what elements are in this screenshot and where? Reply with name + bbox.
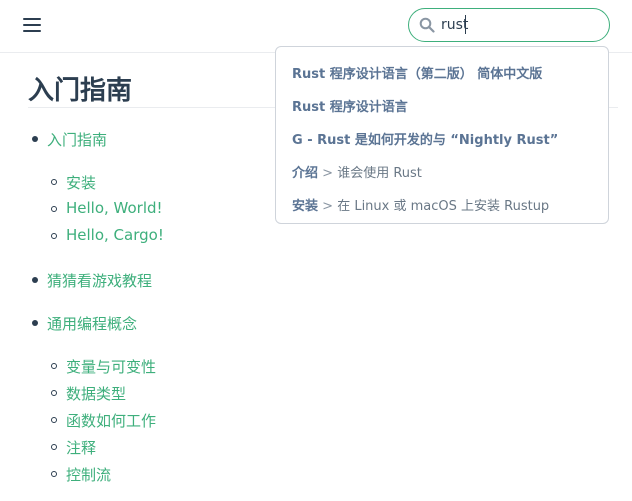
suggestion-separator: > [318,166,338,181]
bullet-circle [51,444,57,450]
bullet-disc [32,320,38,326]
hamburger-menu-icon[interactable] [22,15,42,35]
bullet-circle [51,179,57,185]
suggestion-item[interactable]: 安装 > 在 Linux 或 macOS 上安装 Rustup [292,195,549,214]
bullet-circle [51,390,57,396]
toc-link-common-concepts[interactable]: 通用编程概念 [47,313,137,334]
suggestion-separator: > [318,199,338,214]
page-title: 入门指南 [28,76,133,106]
toc-link-data-types[interactable]: 数据类型 [66,383,126,404]
suggestion-item[interactable]: Rust 程序设计语言 [292,96,408,115]
search-box[interactable] [408,8,610,42]
toc-link-hello-world[interactable]: Hello, World! [66,199,163,217]
suggestion-header: 谁会使用 Rust [337,166,422,181]
text-caret [465,15,466,34]
toc-link-comments[interactable]: 注释 [66,437,96,458]
toc-link-functions[interactable]: 函数如何工作 [66,410,156,431]
bullet-circle [51,417,57,423]
suggestion-title: G - Rust 是如何开发的与 “Nightly Rust” [292,133,559,148]
bullet-disc [32,136,38,142]
toc-link-getting-started[interactable]: 入门指南 [47,129,107,150]
suggestion-item[interactable]: 介绍 > 谁会使用 Rust [292,162,422,181]
suggestion-header: 在 Linux 或 macOS 上安装 Rustup [337,199,550,214]
search-icon [419,17,435,33]
bullet-circle [51,471,57,477]
suggestion-title: Rust 程序设计语言（第二版） 简体中文版 [292,67,543,82]
suggestion-item[interactable]: G - Rust 是如何开发的与 “Nightly Rust” [292,129,558,148]
toc-link-installation[interactable]: 安装 [66,172,96,193]
search-suggestions: Rust 程序设计语言（第二版） 简体中文版 Rust 程序设计语言 G - R… [275,46,609,224]
toc-link-control-flow[interactable]: 控制流 [66,464,111,485]
toc-link-guessing-game[interactable]: 猜猜看游戏教程 [47,270,152,291]
bullet-disc [32,277,38,283]
suggestion-page: 介绍 [292,166,319,181]
bullet-circle [51,233,57,239]
suggestion-item[interactable]: Rust 程序设计语言（第二版） 简体中文版 [292,63,542,82]
bullet-circle [51,363,57,369]
toc-link-variables[interactable]: 变量与可变性 [66,356,156,377]
suggestion-page: 安装 [292,199,319,214]
toc-link-hello-cargo[interactable]: Hello, Cargo! [66,226,164,244]
suggestion-title: Rust 程序设计语言 [292,100,408,115]
bullet-circle [51,206,57,212]
